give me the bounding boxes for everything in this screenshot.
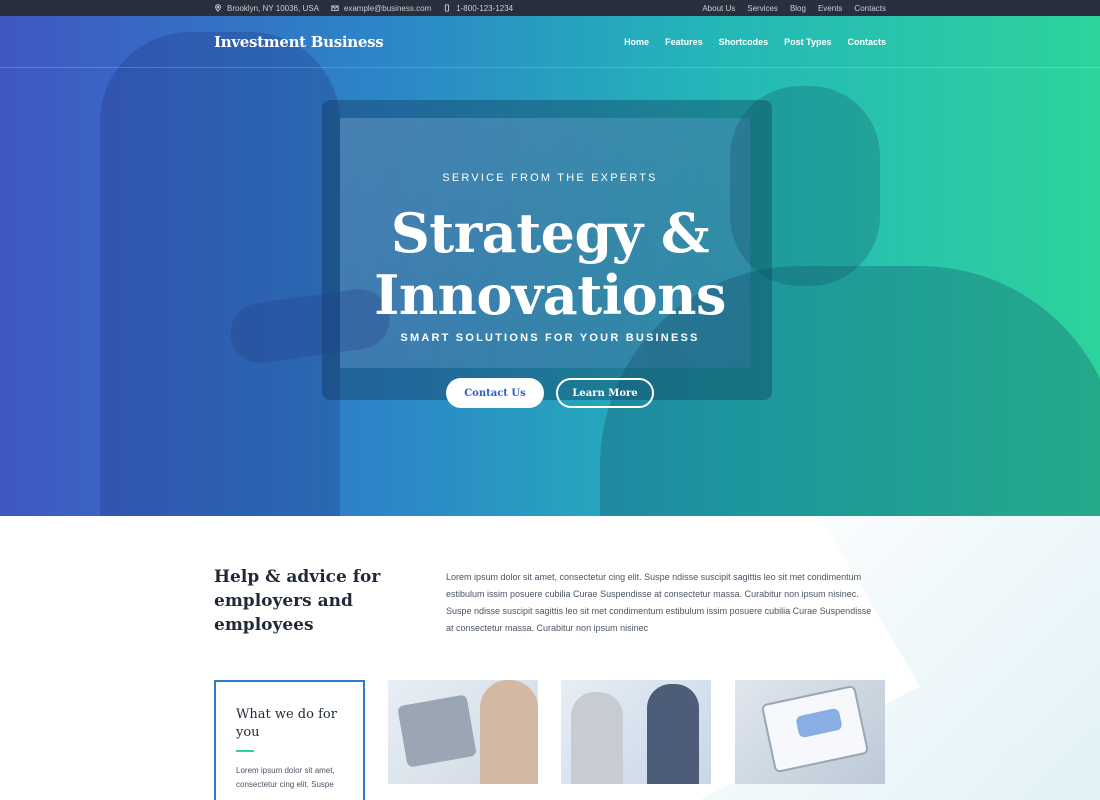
top-bar: Brooklyn, NY 10036, USA example@business… — [0, 0, 1100, 16]
learn-more-button[interactable]: Learn More — [556, 378, 654, 408]
nav-post-types[interactable]: Post Types — [784, 37, 831, 47]
top-link-blog[interactable]: Blog — [790, 4, 806, 13]
hero-headline: Strategy & Innovations — [0, 202, 1100, 326]
phone-icon — [445, 4, 450, 12]
nav-home[interactable]: Home — [624, 37, 649, 47]
nav-shortcodes[interactable]: Shortcodes — [719, 37, 769, 47]
hero-eyebrow: SERVICE FROM THE EXPERTS — [442, 172, 658, 184]
contact-info: Brooklyn, NY 10036, USA example@business… — [214, 4, 513, 13]
email-text[interactable]: example@business.com — [344, 4, 431, 13]
mail-icon — [331, 5, 339, 11]
top-links: About Us Services Blog Events Contacts — [702, 4, 886, 13]
hero-content: SERVICE FROM THE EXPERTS Strategy & Inno… — [0, 172, 1100, 408]
contact-us-button[interactable]: Contact Us — [446, 378, 544, 408]
what-we-do-title: What we do for you — [236, 707, 337, 740]
man-left-shape — [571, 692, 623, 784]
hero-buttons: Contact Us Learn More — [0, 378, 1100, 408]
phone-text[interactable]: 1-800-123-1234 — [456, 4, 513, 13]
main-nav: Home Features Shortcodes Post Types Cont… — [624, 37, 886, 47]
intro-text: Lorem ipsum dolor sit amet, consectetur … — [446, 572, 872, 633]
hero-section: Investment Business Home Features Shortc… — [0, 16, 1100, 516]
what-we-do-card: What we do for you Lorem ipsum dolor sit… — [214, 680, 365, 800]
top-link-about-us[interactable]: About Us — [702, 4, 735, 13]
intro-title: Help & advice for employers and employee… — [214, 567, 381, 635]
top-link-events[interactable]: Events — [818, 4, 842, 13]
service-image-tablet[interactable] — [735, 680, 885, 784]
top-link-services[interactable]: Services — [747, 4, 778, 13]
hero-subline: SMART SOLUTIONS FOR YOUR BUSINESS — [400, 332, 700, 344]
service-image-laptop[interactable] — [388, 680, 538, 784]
top-link-contacts[interactable]: Contacts — [854, 4, 886, 13]
man-right-shape — [647, 684, 699, 784]
woman-shape — [480, 680, 538, 784]
service-image-meeting[interactable] — [561, 680, 711, 784]
address-text: Brooklyn, NY 10036, USA — [227, 3, 319, 13]
hero-headline-line-1: Strategy & — [390, 201, 710, 265]
hero-headline-line-2: Innovations — [374, 263, 726, 327]
laptop-shape — [397, 694, 477, 768]
site-header: Investment Business Home Features Shortc… — [0, 16, 1100, 68]
phone-info[interactable]: 1-800-123-1234 — [443, 4, 513, 13]
location-pin-icon — [215, 4, 221, 12]
nav-contacts[interactable]: Contacts — [847, 37, 886, 47]
title-accent-bar — [236, 750, 254, 752]
what-we-do-text: Lorem ipsum dolor sit amet, consectetur … — [236, 766, 335, 789]
email-info[interactable]: example@business.com — [331, 4, 431, 13]
address-info: Brooklyn, NY 10036, USA — [214, 4, 319, 13]
nav-features[interactable]: Features — [665, 37, 703, 47]
site-logo[interactable]: Investment Business — [214, 33, 384, 51]
